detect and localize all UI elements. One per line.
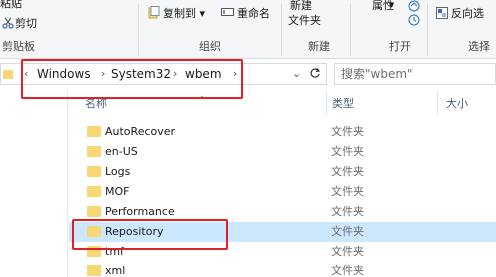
column-size[interactable]: 大小 [446,97,468,110]
chevron-right-icon[interactable]: › [173,67,177,81]
rename-button[interactable]: 重命名 [237,7,270,20]
edit-icon [408,0,420,12]
file-type: 文件夹 [331,245,364,258]
invert-selection-icon [436,7,448,19]
file-name: Repository [105,225,164,238]
file-row[interactable]: MOF 文件夹 [69,182,496,202]
folder-icon [87,186,101,197]
breadcrumb-wbem[interactable]: wbem [185,67,222,81]
overflow-chevron-icon[interactable]: ‹ [24,67,28,81]
column-divider[interactable] [437,91,438,115]
file-name: Logs [105,165,131,178]
file-name: xml [105,264,126,277]
history-icon [408,14,420,26]
organize-group-label: 组织 [199,40,221,53]
column-name[interactable]: 名称 [85,97,107,110]
folder-icon [87,265,101,276]
file-type: 文件夹 [331,225,364,238]
file-row[interactable]: en-US 文件夹 [69,142,496,162]
file-row[interactable]: xml 文件夹 [69,261,496,277]
folder-icon [87,246,101,257]
file-row-selected[interactable]: Repository 文件夹 [69,222,496,242]
group-divider [281,4,282,56]
file-row[interactable]: tmf 文件夹 [69,242,496,262]
chevron-right-icon[interactable]: › [101,67,105,81]
breadcrumb-windows[interactable]: Windows [37,67,91,81]
new-item-button[interactable]: 新建 [290,0,312,12]
clipboard-group-label: 剪贴板 [2,40,35,53]
select-group-label: 选择 [468,40,490,53]
scissors-icon [2,17,14,29]
cut-button[interactable]: 剪切 [15,17,37,30]
breadcrumb-system32[interactable]: System32 [111,67,171,81]
rename-icon [221,8,234,16]
folder-icon [87,206,101,217]
file-row[interactable]: Logs 文件夹 [69,162,496,182]
search-input[interactable]: 搜索"wbem" [341,67,413,81]
group-divider [350,4,351,56]
folder-icon [87,226,101,237]
folder-location-icon [3,70,13,79]
folder-icon [87,166,101,177]
ribbon: 粘贴 剪切 剪贴板 复制到 ▾ 重命名 组织 新建 文件夹 新建 属性 ▾ 打开 [0,0,496,59]
refresh-icon[interactable] [309,67,321,79]
new-folder-button[interactable]: 文件夹 [288,14,321,27]
history-dropdown-icon[interactable]: ⌄ [292,67,301,81]
file-name: MOF [105,185,130,198]
file-type: 文件夹 [331,185,364,198]
open-group-label: 打开 [389,40,411,53]
navigation-pane [0,89,68,277]
copy-to-icon [148,6,160,19]
folder-icon [87,126,101,137]
file-type: 文件夹 [331,264,364,277]
file-name: Performance [105,205,175,218]
chevron-right-icon[interactable]: › [233,67,237,81]
sort-ascending-icon: ︿ [197,91,207,102]
copy-to-button[interactable]: 复制到 ▾ [163,7,205,20]
file-name: en-US [105,145,138,158]
file-type: 文件夹 [331,205,364,218]
address-row: ‹ Windows › System32 › wbem › ⌄ 搜索"wbem" [0,59,496,89]
file-row[interactable]: AutoRecover 文件夹 [69,122,496,142]
group-divider [138,4,139,56]
group-divider [427,4,428,56]
invert-selection-button[interactable]: 反向选 [451,7,484,20]
file-row[interactable]: Performance 文件夹 [69,202,496,222]
file-type: 文件夹 [331,165,364,178]
file-type: 文件夹 [331,145,364,158]
file-type: 文件夹 [331,125,364,138]
file-name: AutoRecover [105,125,176,138]
new-group-label: 新建 [308,40,330,53]
folder-icon [87,146,101,157]
file-name: tmf [105,245,124,258]
column-type[interactable]: 类型 [332,97,354,110]
paste-button[interactable]: 粘贴 [0,0,22,10]
properties-dropdown-icon[interactable]: ▾ [389,0,394,12]
column-header [69,89,496,117]
column-divider[interactable] [326,91,327,115]
